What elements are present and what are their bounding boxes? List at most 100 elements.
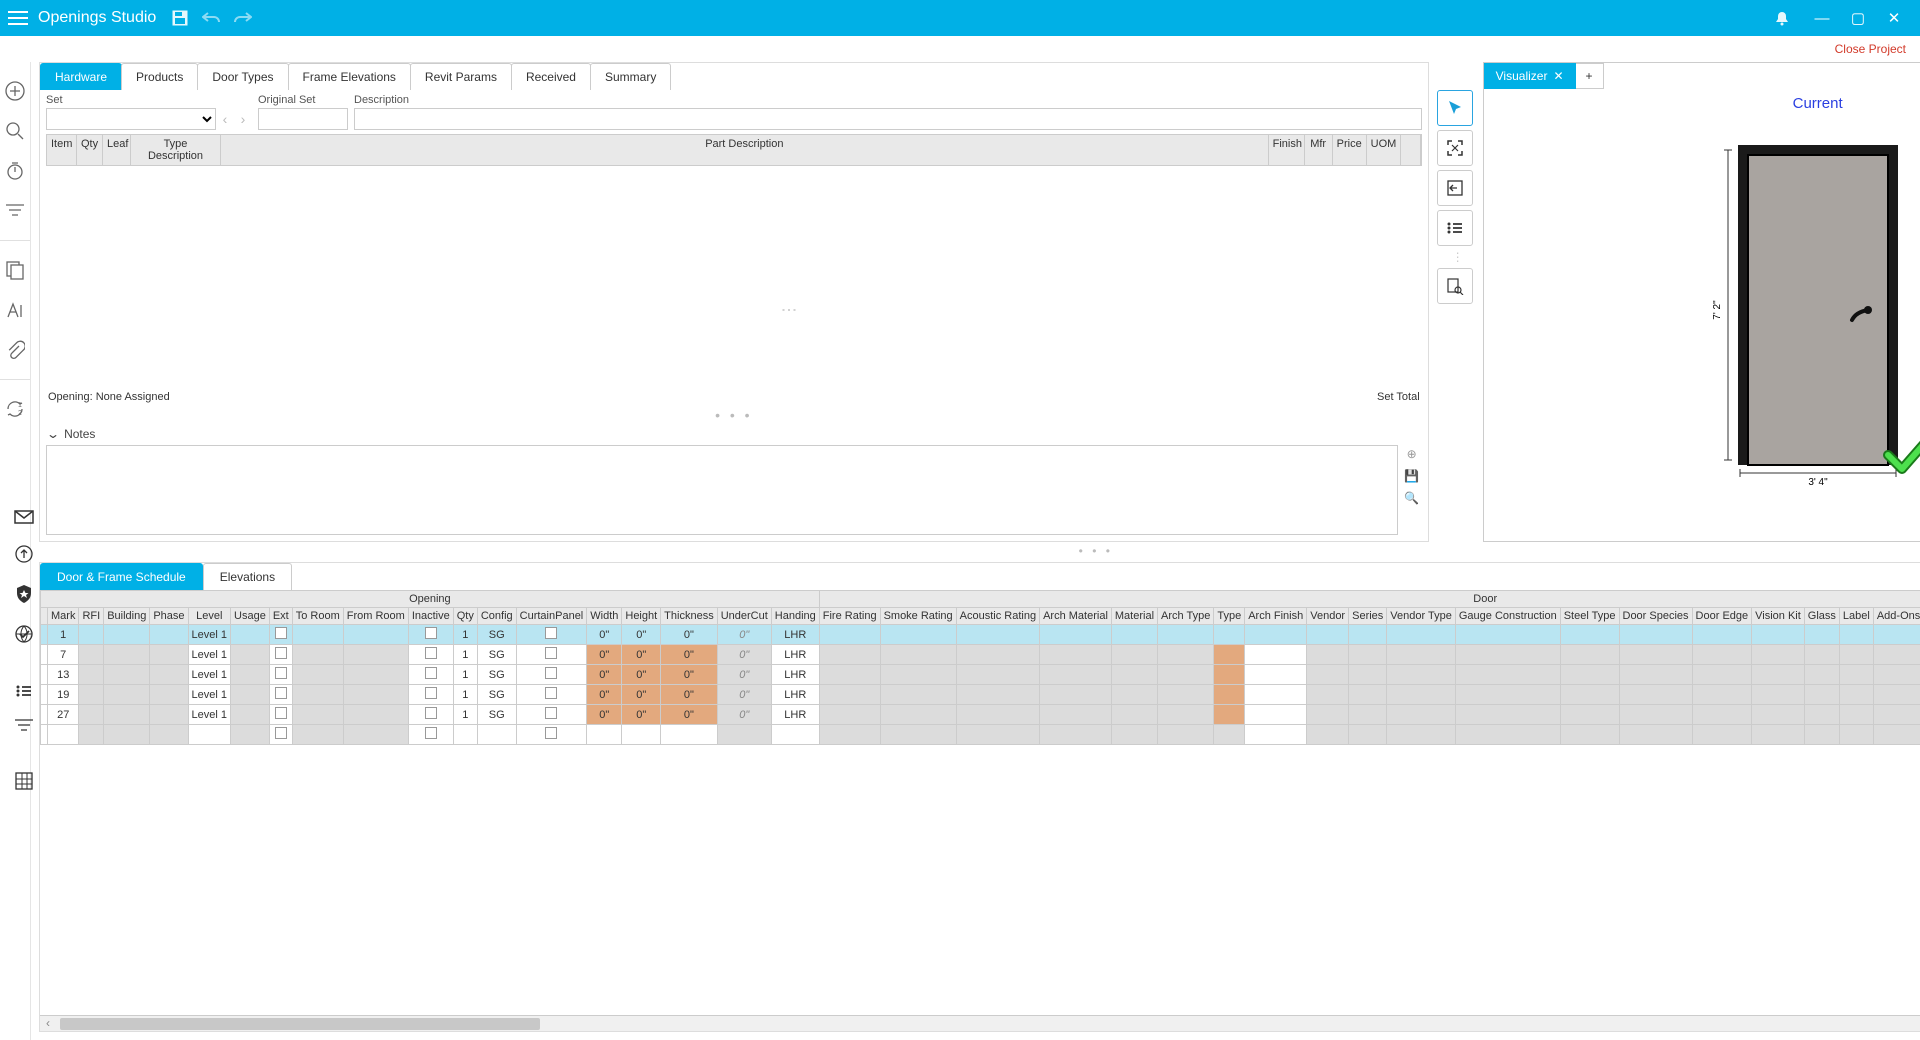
col-handing[interactable]: Handing [771, 608, 819, 625]
hw-col-uom[interactable]: UOM [1367, 135, 1401, 165]
set-next-button[interactable]: › [234, 108, 252, 130]
col-vision-kit[interactable]: Vision Kit [1752, 608, 1805, 625]
search-icon[interactable] [4, 120, 26, 142]
notes-textarea[interactable] [46, 445, 1398, 535]
filter-icon[interactable] [4, 200, 26, 222]
tab-elevations[interactable]: Elevations [203, 563, 292, 590]
tab-frame-elevations[interactable]: Frame Elevations [288, 63, 411, 90]
col-ext[interactable]: Ext [269, 608, 292, 625]
shield-icon[interactable] [15, 584, 33, 604]
tab-products[interactable]: Products [121, 63, 198, 90]
hw-col-part-description[interactable]: Part Description [221, 135, 1269, 165]
col-thickness[interactable]: Thickness [661, 608, 718, 625]
col-config[interactable]: Config [477, 608, 516, 625]
upload-icon[interactable] [14, 544, 34, 564]
hw-col-price[interactable]: Price [1333, 135, 1367, 165]
globe-check-icon[interactable] [14, 624, 34, 644]
col-door-species[interactable]: Door Species [1619, 608, 1692, 625]
col-mark[interactable]: Mark [48, 608, 79, 625]
hw-col-item[interactable]: Item [47, 135, 77, 165]
original-set-input[interactable] [258, 108, 348, 130]
description-input[interactable] [354, 108, 1422, 130]
col-width[interactable]: Width [587, 608, 622, 625]
table-row[interactable]: 19Level 11SG0"0"0"0"LHRPainted [41, 685, 1920, 705]
col-inactive[interactable]: Inactive [408, 608, 453, 625]
col-to-room[interactable]: To Room [292, 608, 343, 625]
pointer-tool-icon[interactable] [1437, 90, 1473, 126]
hw-col-finish[interactable]: Finish [1269, 135, 1305, 165]
hw-col-type-description[interactable]: Type Description [131, 135, 221, 165]
attach-icon[interactable] [4, 339, 26, 361]
note-save-icon[interactable]: 💾 [1404, 469, 1419, 483]
add-icon[interactable] [4, 80, 26, 102]
col-building[interactable]: Building [104, 608, 150, 625]
col-add-ons[interactable]: Add-Ons [1873, 608, 1920, 625]
set-select[interactable] [46, 108, 216, 130]
list2-icon[interactable] [15, 684, 33, 698]
filter2-icon[interactable] [14, 718, 34, 732]
hw-col-leaf[interactable]: Leaf [103, 135, 131, 165]
close-button[interactable]: ✕ [1876, 9, 1912, 27]
col-vendor[interactable]: Vendor [1307, 608, 1349, 625]
table-row[interactable]: 27Level 11SG0"0"0"0"LHRPainted [41, 705, 1920, 725]
mail-icon[interactable] [14, 510, 34, 524]
hw-col-mfr[interactable]: Mfr [1305, 135, 1333, 165]
tab-door-frame-schedule[interactable]: Door & Frame Schedule [40, 563, 203, 590]
zoom-extents-icon[interactable] [1437, 130, 1473, 166]
col-level[interactable]: Level [188, 608, 230, 625]
note-search-icon[interactable]: 🔍 [1404, 491, 1419, 505]
col-rfi[interactable]: RFI [79, 608, 104, 625]
col-acoustic-rating[interactable]: Acoustic Rating [956, 608, 1039, 625]
list-icon[interactable] [1437, 210, 1473, 246]
tab-summary[interactable]: Summary [590, 63, 671, 90]
col-fire-rating[interactable]: Fire Rating [819, 608, 880, 625]
split-handle-icon[interactable]: ⋮ [779, 302, 798, 318]
drag-handle-icon[interactable]: • • • [40, 407, 1428, 423]
grid-icon[interactable] [15, 772, 33, 790]
tab-door-types[interactable]: Door Types [197, 63, 288, 90]
col-curtainpanel[interactable]: CurtainPanel [516, 608, 587, 625]
tab-hardware[interactable]: Hardware [40, 63, 122, 90]
col-arch-finish[interactable]: Arch Finish [1245, 608, 1307, 625]
col-type[interactable]: Type [1214, 608, 1245, 625]
note-add-icon[interactable]: ⊕ [1407, 447, 1417, 461]
col-glass[interactable]: Glass [1804, 608, 1839, 625]
col-vendor-type[interactable]: Vendor Type [1387, 608, 1456, 625]
add-tab-button[interactable]: + [1576, 63, 1604, 89]
minimize-button[interactable]: — [1804, 10, 1840, 27]
table-row[interactable]: 1Level 11SG0"0"0"0"LHRPainted [41, 625, 1920, 645]
col-gauge-construction[interactable]: Gauge Construction [1455, 608, 1560, 625]
text-icon[interactable] [4, 299, 26, 321]
tab-revit-params[interactable]: Revit Params [410, 63, 512, 90]
notes-toggle[interactable]: Notes [40, 423, 1428, 445]
col-usage[interactable]: Usage [231, 608, 270, 625]
tab-received[interactable]: Received [511, 63, 591, 90]
scroll-thumb[interactable] [60, 1018, 540, 1030]
col-qty[interactable]: Qty [453, 608, 477, 625]
col-arch-type[interactable]: Arch Type [1158, 608, 1214, 625]
set-prev-button[interactable]: ‹ [216, 108, 234, 130]
col-from-room[interactable]: From Room [343, 608, 408, 625]
table-row[interactable]: 13Level 11SG0"0"0"0"LHRPainted [41, 665, 1920, 685]
copy-icon[interactable] [4, 259, 26, 281]
tab-visualizer[interactable]: Visualizer✕ [1484, 63, 1576, 89]
undo-icon[interactable] [202, 11, 220, 25]
col-height[interactable]: Height [622, 608, 661, 625]
table-row[interactable] [41, 725, 1920, 745]
maximize-button[interactable]: ▢ [1840, 9, 1876, 27]
col-arch-material[interactable]: Arch Material [1040, 608, 1112, 625]
save-icon[interactable] [172, 10, 188, 26]
col-steel-type[interactable]: Steel Type [1560, 608, 1619, 625]
hw-col-qty[interactable]: Qty [77, 135, 103, 165]
redo-icon[interactable] [234, 11, 252, 25]
refresh-icon[interactable]: 12 [4, 398, 26, 420]
col-phase[interactable]: Phase [150, 608, 188, 625]
hsplit-handle-icon[interactable]: • • • [39, 542, 1920, 560]
horizontal-scrollbar[interactable]: ‹ › [40, 1015, 1920, 1031]
import-icon[interactable] [1437, 170, 1473, 206]
schedule-table[interactable]: OpeningDoorMarkRFIBuildingPhaseLevelUsag… [40, 590, 1920, 745]
col-label[interactable]: Label [1839, 608, 1873, 625]
close-tab-icon[interactable]: ✕ [1553, 69, 1563, 83]
inspect-icon[interactable] [1437, 268, 1473, 304]
col-series[interactable]: Series [1349, 608, 1387, 625]
